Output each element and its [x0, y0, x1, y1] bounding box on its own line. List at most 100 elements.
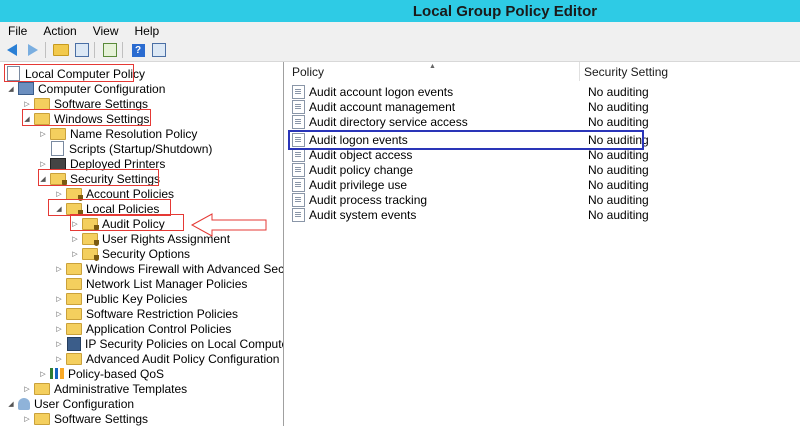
expand-arrow-icon[interactable]: ▷ — [22, 100, 32, 108]
tree-item-windows-firewall[interactable]: ▷ Windows Firewall with Advanced Securit… — [54, 261, 283, 276]
expand-arrow-icon[interactable]: ▷ — [22, 385, 32, 393]
menu-action[interactable]: Action — [35, 24, 84, 38]
tree-item-label: Application Control Policies — [86, 321, 232, 336]
tree-item-user-software-settings[interactable]: ▷ Software Settings — [22, 411, 148, 426]
folder-icon — [50, 127, 66, 140]
scripts-icon — [51, 141, 64, 156]
tree-item-user-configuration[interactable]: ◢ User Configuration — [6, 396, 134, 411]
column-header-policy[interactable]: Policy — [292, 62, 582, 81]
tree-item-name-resolution-policy[interactable]: ▷ Name Resolution Policy — [38, 126, 197, 141]
expand-arrow-icon[interactable]: ▷ — [70, 250, 80, 258]
annotation-box — [38, 169, 159, 186]
tree-item-scripts[interactable]: Scripts (Startup/Shutdown) — [48, 141, 212, 156]
policy-setting: No auditing — [588, 207, 649, 222]
expand-arrow-icon[interactable]: ▷ — [54, 295, 64, 303]
folder-icon — [66, 352, 82, 365]
expand-arrow-icon[interactable]: ▷ — [38, 370, 48, 378]
policy-item-icon — [292, 207, 305, 222]
expand-arrow-icon[interactable]: ▷ — [54, 190, 64, 198]
expand-arrow-icon[interactable]: ▷ — [54, 310, 64, 318]
help-icon[interactable]: ? — [129, 42, 147, 58]
tree-item-label: Network List Manager Policies — [86, 276, 248, 291]
menu-help[interactable]: Help — [127, 24, 168, 38]
policy-item-icon — [292, 114, 305, 129]
expand-arrow-icon[interactable]: ▷ — [54, 340, 64, 348]
column-header-security-setting[interactable]: Security Setting — [584, 62, 784, 81]
column-separator[interactable] — [579, 62, 580, 81]
tree-item-label: Scripts (Startup/Shutdown) — [69, 141, 213, 156]
tree-item-policy-based-qos[interactable]: ▷ Policy-based QoS — [38, 366, 164, 381]
expand-arrow-icon[interactable]: ▷ — [54, 265, 64, 273]
collapse-arrow-icon[interactable]: ◢ — [6, 400, 16, 408]
title-bar: Local Group Policy Editor — [0, 0, 800, 22]
up-folder-icon[interactable] — [52, 42, 70, 58]
folder-icon — [34, 97, 50, 110]
tree-item-label: Policy-based QoS — [68, 366, 165, 381]
policy-name: Audit directory service access — [309, 114, 468, 129]
policy-setting: No auditing — [588, 99, 649, 114]
folder-icon — [66, 187, 83, 201]
tree-item-advanced-audit[interactable]: ▷ Advanced Audit Policy Configuration — [54, 351, 279, 366]
tree-item-label: Public Key Policies — [86, 291, 188, 306]
tree-item-label: Name Resolution Policy — [70, 126, 198, 141]
tree-item-security-options[interactable]: ▷ Security Options — [70, 246, 190, 261]
tree-item-label: IP Security Policies on Local Computer — [85, 336, 284, 351]
tree-item-ip-security[interactable]: ▷ IP Security Policies on Local Computer — [54, 336, 284, 351]
properties-icon[interactable] — [150, 42, 168, 58]
tree-item-label: Administrative Templates — [54, 381, 188, 396]
policy-setting: No auditing — [588, 162, 649, 177]
tree-item-network-list-manager[interactable]: Network List Manager Policies — [64, 276, 247, 291]
expand-arrow-icon[interactable]: ▷ — [38, 160, 48, 168]
folder-icon — [82, 232, 99, 246]
expand-arrow-icon[interactable]: ▷ — [54, 325, 64, 333]
policy-name: Audit account logon events — [309, 84, 454, 99]
policy-name: Audit account management — [309, 99, 456, 114]
policy-item-icon — [292, 192, 305, 207]
tree-item-software-restriction[interactable]: ▷ Software Restriction Policies — [54, 306, 238, 321]
policy-name: Audit system events — [309, 207, 417, 222]
policy-name: Audit process tracking — [309, 192, 428, 207]
list-row[interactable]: Audit policy change No auditing — [286, 162, 800, 177]
policy-item-icon — [292, 84, 305, 99]
list-row[interactable]: Audit system events No auditing — [286, 207, 800, 222]
tree-item-label: Computer Configuration — [38, 81, 166, 96]
annotation-box — [22, 109, 151, 126]
menu-file[interactable]: File — [0, 24, 35, 38]
toolbar: ? — [0, 39, 800, 62]
annotation-arrow — [190, 213, 267, 237]
qos-chart-icon — [50, 368, 64, 379]
forward-icon[interactable] — [24, 42, 42, 58]
collapse-arrow-icon[interactable]: ◢ — [6, 85, 16, 93]
expand-arrow-icon[interactable]: ▷ — [54, 355, 64, 363]
tree-item-public-key-policies[interactable]: ▷ Public Key Policies — [54, 291, 187, 306]
menu-bar: File Action View Help — [0, 22, 800, 39]
list-row[interactable]: Audit privilege use No auditing — [286, 177, 800, 192]
ip-security-icon — [67, 336, 81, 351]
menu-view[interactable]: View — [85, 24, 127, 38]
window-title: Local Group Policy Editor — [412, 3, 598, 20]
list-row[interactable]: Audit account management No auditing — [286, 99, 800, 114]
policy-item-icon — [292, 177, 305, 192]
tree-item-administrative-templates[interactable]: ▷ Administrative Templates — [22, 381, 187, 396]
list-row[interactable]: Audit process tracking No auditing — [286, 192, 800, 207]
policy-setting: No auditing — [588, 84, 649, 99]
export-list-icon[interactable] — [101, 42, 119, 58]
tree-item-application-control[interactable]: ▷ Application Control Policies — [54, 321, 231, 336]
folder-icon — [66, 277, 82, 290]
back-icon[interactable] — [3, 42, 21, 58]
policy-setting: No auditing — [588, 177, 649, 192]
tree-item-label: Security Options — [102, 246, 191, 261]
folder-icon — [34, 412, 50, 425]
tree-item-computer-configuration[interactable]: ◢ Computer Configuration — [6, 81, 165, 96]
column-header-label: Security Setting — [584, 64, 669, 79]
expand-arrow-icon[interactable]: ▷ — [38, 130, 48, 138]
expand-arrow-icon[interactable]: ▷ — [22, 415, 32, 423]
tree-item-label: Advanced Audit Policy Configuration — [86, 351, 280, 366]
list-row[interactable]: Audit account logon events No auditing — [286, 84, 800, 99]
expand-arrow-icon[interactable]: ▷ — [70, 235, 80, 243]
show-hide-tree-icon[interactable] — [73, 42, 91, 58]
folder-icon — [66, 307, 82, 320]
computer-icon — [18, 82, 34, 95]
folder-icon — [66, 292, 82, 305]
list-row[interactable]: Audit directory service access No auditi… — [286, 114, 800, 129]
